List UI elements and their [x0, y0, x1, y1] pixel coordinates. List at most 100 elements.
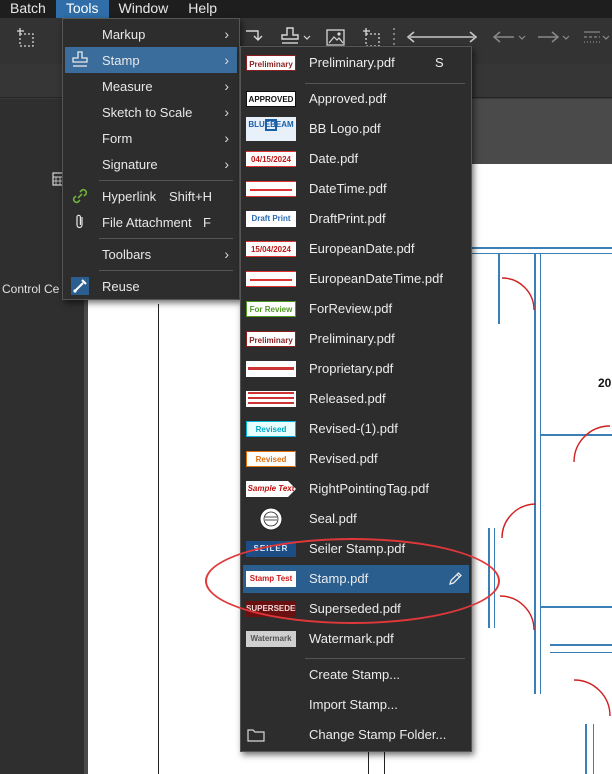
tools-menu: Markup › Stamp › Measure › Sketch to Sca… [62, 18, 240, 300]
left-arrow-style-icon[interactable] [492, 30, 528, 44]
menu-item-toolbars[interactable]: Toolbars › [65, 241, 237, 267]
stamp-item[interactable]: APPROVED Approved.pdf [243, 85, 469, 113]
stamp-item[interactable]: SUPERSEDED Superseded.pdf [243, 595, 469, 623]
hyperlink-icon [72, 188, 88, 204]
menu-item-file-attachment[interactable]: File Attachment F [65, 209, 237, 235]
drawing-wall [585, 724, 587, 774]
stamp-item-label: Superseded.pdf [309, 601, 401, 616]
stamp-thumbnail: APPROVED [246, 91, 296, 107]
stamp-action-label: Import Stamp... [309, 697, 398, 712]
menu-help[interactable]: Help [178, 0, 227, 18]
menu-item-label: Hyperlink [102, 188, 157, 204]
stamp-thumbnail [246, 181, 296, 197]
stamp-thumbnail: Revised [246, 421, 296, 437]
menu-item-hyperlink[interactable]: Hyperlink Shift+H [65, 183, 237, 209]
pencil-edit-icon[interactable] [447, 571, 463, 587]
stamp-item[interactable]: Watermark Watermark.pdf [243, 625, 469, 653]
stamp-thumbnail: SUPERSEDED [246, 601, 296, 617]
stamp-item[interactable]: Seal.pdf [243, 505, 469, 533]
menu-item-form[interactable]: Form › [65, 125, 237, 151]
drawing-wall [540, 606, 612, 608]
right-arrow-style-icon[interactable] [536, 30, 572, 44]
stamp-item[interactable]: Released.pdf [243, 385, 469, 413]
stamp-item-label: Approved.pdf [309, 91, 387, 106]
crop-select-icon[interactable] [16, 28, 38, 50]
stamp-item[interactable]: EuropeanDateTime.pdf [243, 265, 469, 293]
stamp-item-label: Revised-(1).pdf [309, 421, 398, 436]
stamp-thumbnail: Stamp Test [246, 571, 296, 587]
stamp-thumbnail [246, 361, 296, 377]
menu-item-shortcut: Shift+H [169, 188, 212, 204]
double-arrow-icon[interactable] [406, 30, 478, 44]
thumbnail-line [248, 402, 294, 404]
change-stamp-folder-item[interactable]: Change Stamp Folder... [243, 721, 469, 749]
image-icon[interactable] [326, 28, 346, 48]
stamp-item[interactable]: Proprietary.pdf [243, 355, 469, 383]
drawing-wall [593, 724, 594, 774]
stamp-item[interactable]: 15/04/2024 EuropeanDate.pdf [243, 235, 469, 263]
menu-item-label: Sketch to Scale [102, 104, 193, 120]
thumbnail-line [248, 367, 294, 370]
chevron-right-icon: › [224, 52, 229, 68]
stamp-item[interactable]: DateTime.pdf [243, 175, 469, 203]
menu-separator [305, 658, 465, 659]
import-stamp-item[interactable]: Import Stamp... [243, 691, 469, 719]
stamp-thumbnail [246, 391, 296, 407]
stamp-item[interactable]: Revised Revised.pdf [243, 445, 469, 473]
menu-item-label: Toolbars [102, 246, 152, 262]
stamp-item[interactable]: Revised Revised-(1).pdf [243, 415, 469, 443]
menu-batch[interactable]: Batch [0, 0, 56, 18]
stamp-item[interactable]: Preliminary Preliminary.pdf [243, 325, 469, 353]
menu-item-stamp[interactable]: Stamp › [65, 47, 237, 73]
stamp-thumbnail: BLUEBEAM [246, 117, 296, 141]
menu-item-label: Markup [102, 26, 146, 42]
stamp-thumbnail [246, 271, 296, 287]
stamp-thumbnail: Watermark [246, 631, 296, 647]
thumbnail-line [248, 397, 294, 399]
stamp-item[interactable]: 04/15/2024 Date.pdf [243, 145, 469, 173]
chevron-right-icon: › [224, 156, 229, 172]
create-stamp-item[interactable]: Create Stamp... [243, 661, 469, 689]
menu-item-measure[interactable]: Measure › [65, 73, 237, 99]
stamp-item[interactable]: BLUEBEAM BB Logo.pdf [243, 115, 469, 143]
thumbnail-line [250, 189, 292, 191]
menu-item-markup[interactable]: Markup › [65, 21, 237, 47]
drawing-wall [540, 254, 541, 694]
stamp-item-label: RightPointingTag.pdf [309, 481, 429, 496]
menu-item-label: Form [102, 130, 133, 146]
menu-bar: Batch Tools Window Help [0, 0, 612, 18]
drawing-wall [550, 644, 612, 646]
menu-window[interactable]: Window [109, 0, 179, 18]
paperclip-icon [76, 214, 83, 229]
stamp-item-stamp-pdf[interactable]: Stamp Test Stamp.pdf [243, 565, 469, 593]
menu-tools[interactable]: Tools [55, 0, 109, 18]
door-swing [501, 277, 535, 311]
stamp-item-label: Preliminary.pdf [309, 55, 395, 70]
door-swing [501, 503, 537, 539]
menu-separator [99, 238, 233, 239]
stamp-thumbnail: For Review [246, 301, 296, 317]
menu-item-sketch-to-scale[interactable]: Sketch to Scale › [65, 99, 237, 125]
room-number-label: 20 [598, 376, 612, 390]
menu-separator [99, 180, 233, 181]
door-swing [573, 425, 611, 463]
stamp-item-recent[interactable]: Preliminary Preliminary.pdf S [243, 49, 469, 77]
stamp-item[interactable]: For Review ForReview.pdf [243, 295, 469, 323]
stamp-item-label: Released.pdf [309, 391, 386, 406]
line-style-icon[interactable] [582, 28, 612, 46]
menu-item-signature[interactable]: Signature › [65, 151, 237, 177]
chevron-right-icon: › [224, 130, 229, 146]
stamp-thumbnail: Draft Print [246, 211, 296, 227]
drawing-line [158, 304, 159, 774]
stamp-item[interactable]: Sample Text RightPointingTag.pdf [243, 475, 469, 503]
stamp-item[interactable]: SEILER Seiler Stamp.pdf [243, 535, 469, 563]
menu-separator [305, 83, 465, 84]
stamp-tool-icon[interactable] [280, 26, 314, 48]
menu-item-label: Stamp [102, 52, 140, 68]
stamp-submenu: Preliminary Preliminary.pdf S APPROVED A… [240, 46, 472, 752]
stamp-item-label: ForReview.pdf [309, 301, 393, 316]
stamp-item-label: EuropeanDate.pdf [309, 241, 415, 256]
menu-item-reuse[interactable]: Reuse [65, 273, 237, 299]
stamp-item[interactable]: Draft Print DraftPrint.pdf [243, 205, 469, 233]
control-center-label[interactable]: Control Ce [2, 282, 59, 296]
